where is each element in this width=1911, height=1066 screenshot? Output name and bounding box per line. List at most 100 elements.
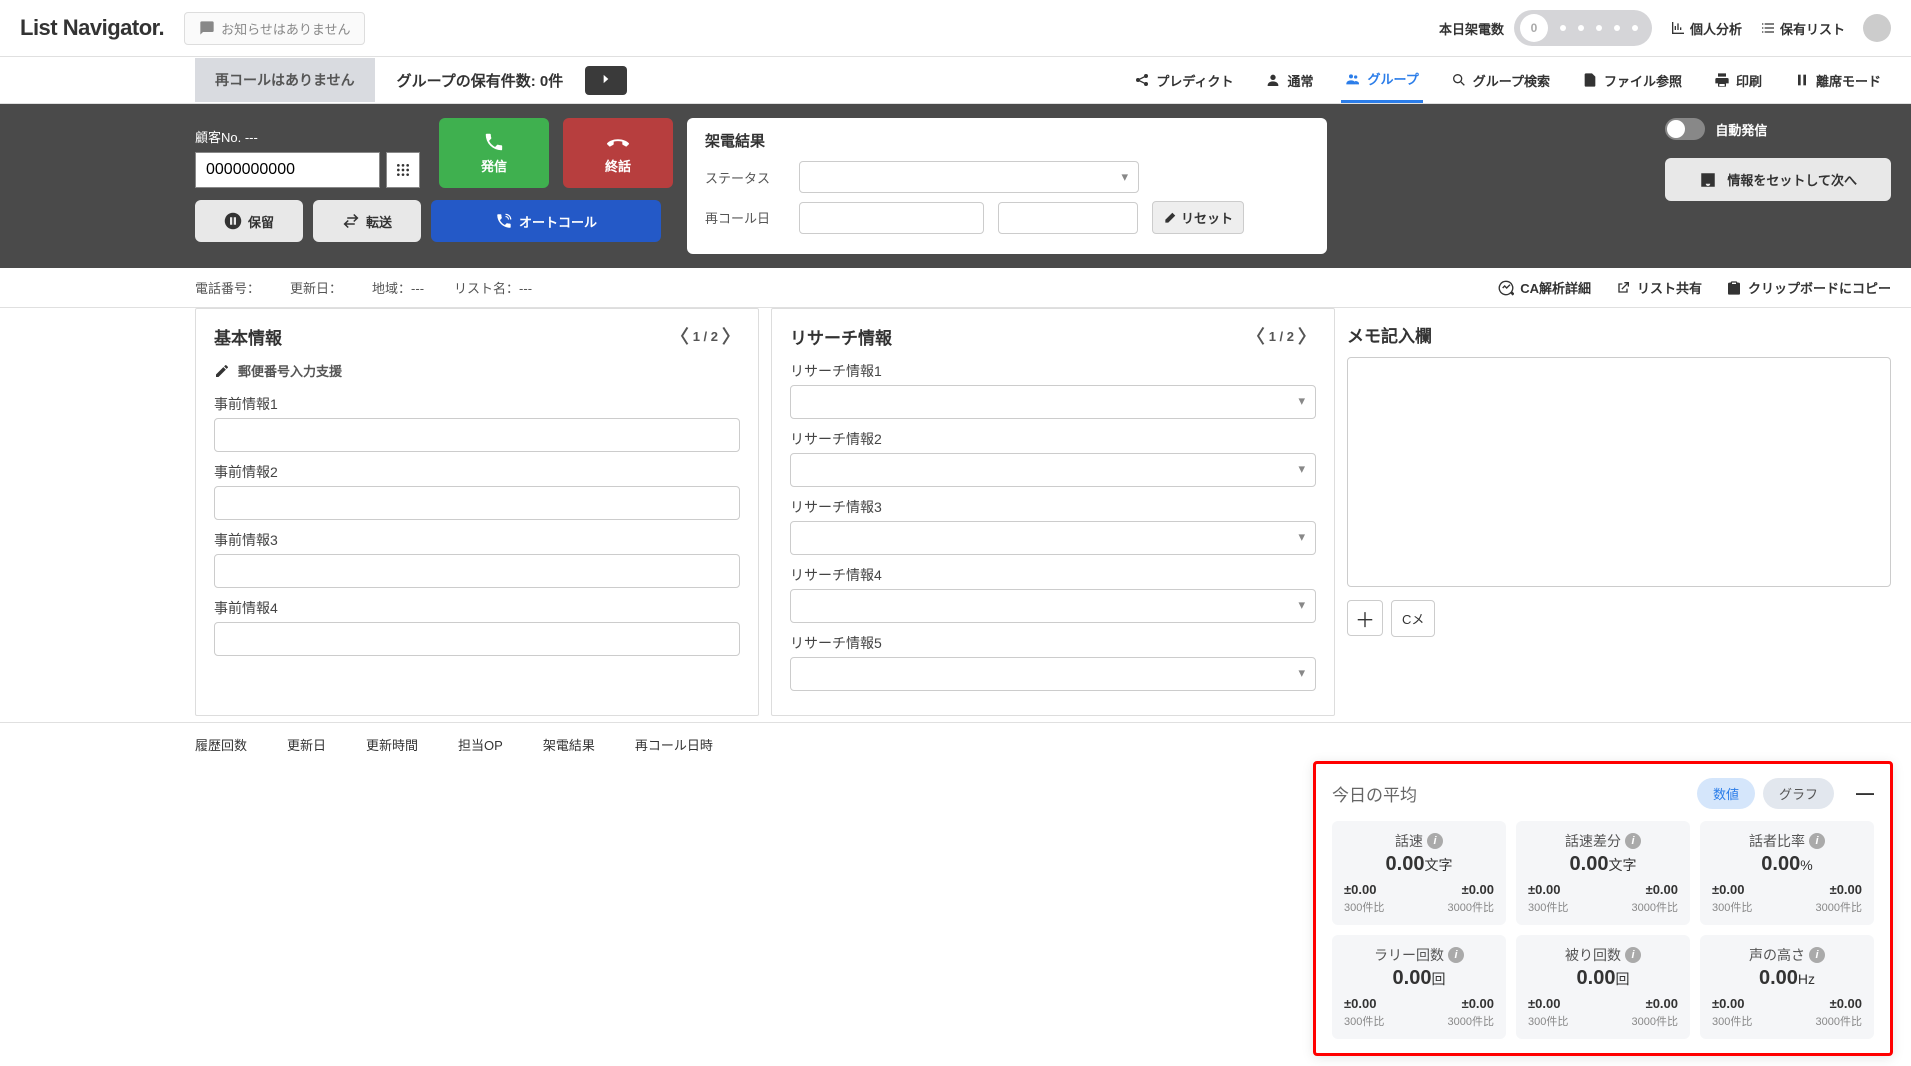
stat-value: 0.00%	[1712, 853, 1862, 876]
edit-icon	[214, 363, 230, 379]
action-bar: 顧客No. --- 発信 終話 保留	[0, 104, 1911, 268]
stat-value: 0.00文字	[1344, 853, 1494, 876]
chevron-right-icon	[599, 72, 613, 86]
research-field-label: リサーチ情報4	[790, 565, 1316, 585]
recall-date-label: 再コール日	[705, 208, 785, 227]
basic-field-input[interactable]	[214, 486, 740, 520]
count-dot	[1560, 25, 1566, 31]
saved-list-link[interactable]: 保有リスト	[1760, 19, 1845, 38]
list-icon	[1760, 20, 1776, 36]
ca-detail-link[interactable]: CA解析詳細	[1498, 278, 1591, 297]
dialpad-button[interactable]	[386, 152, 420, 188]
research-field-select[interactable]: ▾	[790, 385, 1316, 419]
phone-icon	[483, 131, 505, 153]
stats-tab-graph[interactable]: グラフ	[1763, 778, 1834, 809]
stat-delta: ±0.00±0.00	[1528, 882, 1678, 897]
hold-button[interactable]: 保留	[195, 200, 303, 242]
research-next[interactable]: 〉	[1298, 323, 1316, 349]
research-field-select[interactable]: ▾	[790, 521, 1316, 555]
call-result-title: 架電結果	[705, 130, 1309, 151]
basic-info-title: 基本情報	[214, 324, 282, 349]
set-and-next-button[interactable]: 情報をセットして次へ	[1665, 158, 1891, 201]
research-field-select[interactable]: ▾	[790, 657, 1316, 691]
history-header: 履歴回数更新日更新時間担当OP架電結果再コール日時	[0, 722, 1911, 766]
research-prev[interactable]: 〈	[1247, 323, 1265, 349]
stats-tab-value[interactable]: 数値	[1697, 778, 1755, 809]
stats-title: 今日の平均	[1332, 781, 1417, 806]
file-icon	[1582, 72, 1598, 88]
notice-box[interactable]: お知らせはありません	[184, 12, 365, 45]
info-icon[interactable]: i	[1625, 947, 1641, 963]
count-dot	[1632, 25, 1638, 31]
hist-col: 再コール日時	[635, 735, 713, 754]
auto-dial-toggle[interactable]	[1665, 118, 1705, 140]
reset-button[interactable]: リセット	[1152, 201, 1244, 234]
status-select[interactable]: ▾	[799, 161, 1139, 193]
next-chevron-button[interactable]	[585, 66, 627, 95]
hangup-button[interactable]: 終話	[563, 118, 673, 188]
basic-prev[interactable]: 〈	[671, 323, 689, 349]
info-icon[interactable]: i	[1625, 833, 1641, 849]
status-label: ステータス	[705, 168, 785, 187]
zip-assist-link[interactable]: 郵便番号入力支援	[214, 361, 740, 380]
nav-file-ref[interactable]: ファイル参照	[1578, 57, 1686, 103]
info-icon[interactable]: i	[1809, 833, 1825, 849]
basic-field-input[interactable]	[214, 554, 740, 588]
stat-card: ラリー回数i 0.00回 ±0.00±0.00 300件比3000件比	[1332, 935, 1506, 1039]
call-button[interactable]: 発信	[439, 118, 549, 188]
nav-predict[interactable]: プレディクト	[1130, 57, 1237, 103]
research-panel: リサーチ情報 〈 1 / 2 〉 リサーチ情報1▾リサーチ情報2▾リサーチ情報3…	[771, 308, 1335, 716]
recall-banner: 再コールはありません	[195, 58, 375, 102]
person-icon	[1265, 72, 1281, 88]
count-dot	[1578, 25, 1584, 31]
info-icon[interactable]: i	[1427, 833, 1443, 849]
stat-value: 0.00Hz	[1712, 967, 1862, 990]
stats-minimize[interactable]: —	[1856, 783, 1874, 804]
stat-card: 被り回数i 0.00回 ±0.00±0.00 300件比3000件比	[1516, 935, 1690, 1039]
research-field-select[interactable]: ▾	[790, 453, 1316, 487]
memo-textarea[interactable]	[1347, 357, 1891, 587]
basic-info-panel: 基本情報 〈 1 / 2 〉 郵便番号入力支援 事前情報1事前情報2事前情報3事…	[195, 308, 759, 716]
basic-field-input[interactable]	[214, 622, 740, 656]
phone-input[interactable]	[195, 152, 380, 188]
info-phone: 電話番号：	[195, 278, 260, 297]
memo-c-button[interactable]: Cメ	[1391, 600, 1435, 637]
research-field-label: リサーチ情報2	[790, 429, 1316, 449]
memo-panel: メモ記入欄 ＋ Cメ	[1347, 308, 1891, 716]
nav-print[interactable]: 印刷	[1710, 57, 1766, 103]
clipboard-link[interactable]: クリップボードにコピー	[1726, 278, 1891, 297]
recall-time-input[interactable]	[998, 202, 1138, 234]
basic-next[interactable]: 〉	[722, 323, 740, 349]
basic-field-label: 事前情報4	[214, 598, 740, 618]
notice-text: お知らせはありません	[221, 19, 350, 38]
nav-normal-label: 通常	[1287, 71, 1313, 90]
info-icon[interactable]: i	[1448, 947, 1464, 963]
basic-field-input[interactable]	[214, 418, 740, 452]
chart-icon	[1670, 20, 1686, 36]
nav-group-search[interactable]: グループ検索	[1447, 57, 1554, 103]
count-dot	[1614, 25, 1620, 31]
list-share-link[interactable]: リスト共有	[1615, 278, 1702, 297]
call-count-label: 本日架電数	[1439, 19, 1504, 38]
personal-analysis-link[interactable]: 個人分析	[1670, 19, 1742, 38]
recall-date-input[interactable]	[799, 202, 984, 234]
stat-label: 話速差分i	[1528, 831, 1678, 851]
zip-assist-label: 郵便番号入力支援	[238, 361, 342, 380]
avatar[interactable]	[1863, 14, 1891, 42]
nav-group[interactable]: グループ	[1341, 57, 1422, 103]
autocall-button[interactable]: オートコール	[431, 200, 661, 242]
stat-value: 0.00回	[1344, 967, 1494, 990]
pause-circle-icon	[224, 212, 242, 230]
info-strip: 電話番号： 更新日： 地域：--- リスト名：--- CA解析詳細 リスト共有 …	[0, 268, 1911, 308]
pause-icon	[1794, 72, 1810, 88]
nav-away[interactable]: 離席モード	[1790, 57, 1885, 103]
stat-ref: 300件比3000件比	[1344, 1013, 1494, 1029]
transfer-button[interactable]: 転送	[313, 200, 421, 242]
basic-field-label: 事前情報1	[214, 394, 740, 414]
hist-col: 担当OP	[458, 735, 503, 754]
info-icon[interactable]: i	[1809, 947, 1825, 963]
memo-add-button[interactable]: ＋	[1347, 600, 1383, 636]
nav-normal[interactable]: 通常	[1261, 57, 1317, 103]
call-count-value: 0	[1520, 14, 1548, 42]
research-field-select[interactable]: ▾	[790, 589, 1316, 623]
